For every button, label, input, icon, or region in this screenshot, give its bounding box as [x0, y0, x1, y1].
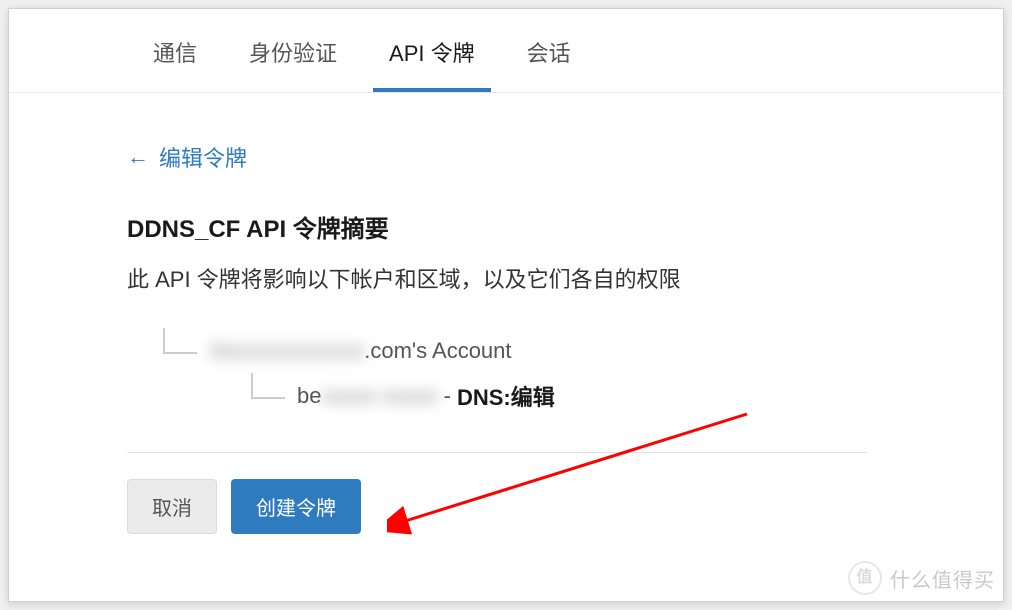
permission-tree: 3xxxxxxxxxxxxx .com's Account be xxxxx x…	[163, 338, 829, 412]
arrow-left-icon: ←	[127, 144, 149, 170]
zone-separator: -	[444, 383, 451, 409]
watermark-text: 什么值得买	[890, 564, 995, 593]
watermark-logo-icon: 值	[848, 561, 882, 595]
divider	[127, 452, 867, 453]
cancel-button[interactable]: 取消	[127, 479, 217, 534]
zone-name-redacted: xxxxx xxxxx	[321, 383, 437, 409]
token-summary-title: DDNS_CF API 令牌摘要	[127, 209, 829, 244]
tab-api-tokens[interactable]: API 令牌	[363, 14, 501, 92]
account-suffix: .com's Account	[364, 338, 511, 364]
tab-communication[interactable]: 通信	[127, 14, 223, 92]
watermark: 值 什么值得买	[848, 561, 995, 595]
action-buttons: 取消 创建令牌	[127, 479, 829, 534]
create-token-button[interactable]: 创建令牌	[231, 479, 361, 534]
back-to-edit-token-link[interactable]: ← 编辑令牌	[127, 141, 829, 173]
tab-sessions[interactable]: 会话	[501, 14, 597, 92]
tree-connector-icon	[163, 328, 197, 354]
back-link-text: 编辑令牌	[159, 141, 247, 173]
tab-authentication[interactable]: 身份验证	[223, 14, 363, 92]
tab-bar: 通信 身份验证 API 令牌 会话	[9, 9, 1003, 93]
settings-window: 通信 身份验证 API 令牌 会话 ← 编辑令牌 DDNS_CF API 令牌摘…	[8, 8, 1004, 602]
zone-prefix: be	[297, 383, 321, 409]
zone-row: be xxxxx xxxxx - DNS:编辑	[251, 380, 829, 412]
account-row: 3xxxxxxxxxxxxx .com's Account	[163, 338, 829, 364]
content-area: ← 编辑令牌 DDNS_CF API 令牌摘要 此 API 令牌将影响以下帐户和…	[9, 93, 829, 534]
tree-connector-icon	[251, 373, 285, 399]
zone-permission: DNS:编辑	[457, 380, 555, 412]
token-summary-subtitle: 此 API 令牌将影响以下帐户和区域，以及它们各自的权限	[127, 262, 829, 294]
account-name-redacted: 3xxxxxxxxxxxxx	[209, 338, 364, 364]
